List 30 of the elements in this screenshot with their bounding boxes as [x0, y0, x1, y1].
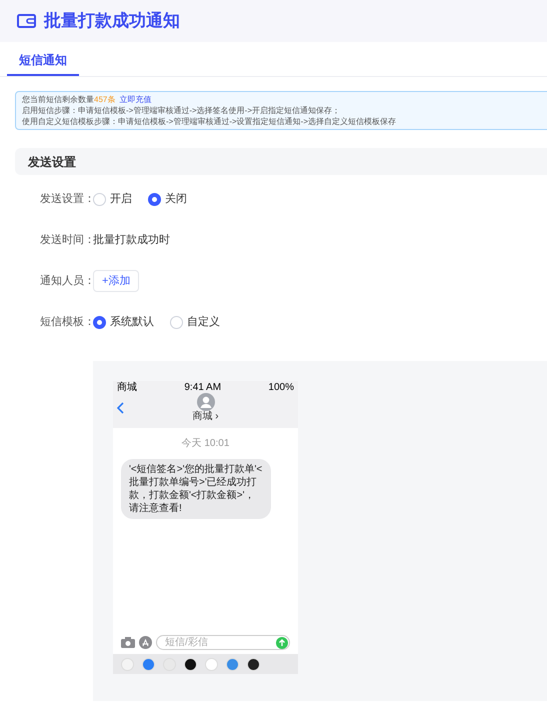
clock-label: 9:41 AM	[184, 383, 222, 393]
camera-icon	[121, 637, 135, 648]
radio-option[interactable]: 自定义	[170, 314, 220, 330]
add-button[interactable]: +添加	[93, 270, 140, 292]
avatar-icon	[196, 393, 214, 411]
app-store-icon	[139, 636, 152, 649]
field-label: 发送设置：	[39, 192, 93, 207]
field-label: 通知人员：	[39, 274, 93, 289]
tab[interactable]: 短信通知	[7, 45, 79, 76]
sms-count: 457条	[94, 94, 116, 105]
carrier-label: 商城	[117, 383, 137, 393]
battery-label: 100%	[268, 383, 294, 393]
message-bubble: '<短信签名>'您的批量打款单'<批量打款单编号>'已经成功打款，打款金额'<打款金额>'，请注意查看!	[121, 458, 271, 518]
notice-text: 使用自定义短信模板步骤：申请短信模板->管理端审核通过->设置指定短信通知->选择自定义短信模板保存	[22, 116, 398, 127]
radio-option[interactable]: 系统默认	[93, 314, 154, 330]
page-title: 批量打款成功通知	[44, 10, 180, 32]
back-icon	[117, 402, 125, 414]
contact-name: 商城 ›	[192, 411, 219, 424]
field-value: 批量打款成功时	[93, 232, 170, 248]
notice-text: 您当前短信剩余数量	[22, 94, 94, 105]
section-title: 发送设置	[28, 154, 76, 170]
send-icon	[276, 636, 288, 648]
radio-option[interactable]: 关闭	[148, 190, 187, 208]
message-time: 今天 10:01	[182, 436, 230, 450]
notice-text: 启用短信步骤：申请短信模板->管理端审核通过->选择签名使用->开启指定短信通知保存；	[22, 105, 342, 116]
wallet-icon	[17, 14, 36, 28]
radio-option[interactable]: 开启	[93, 190, 132, 208]
field-label: 短信模板：	[39, 314, 93, 330]
field-label: 发送时间：	[39, 232, 93, 248]
recharge-link[interactable]: 立即充值	[119, 94, 152, 105]
